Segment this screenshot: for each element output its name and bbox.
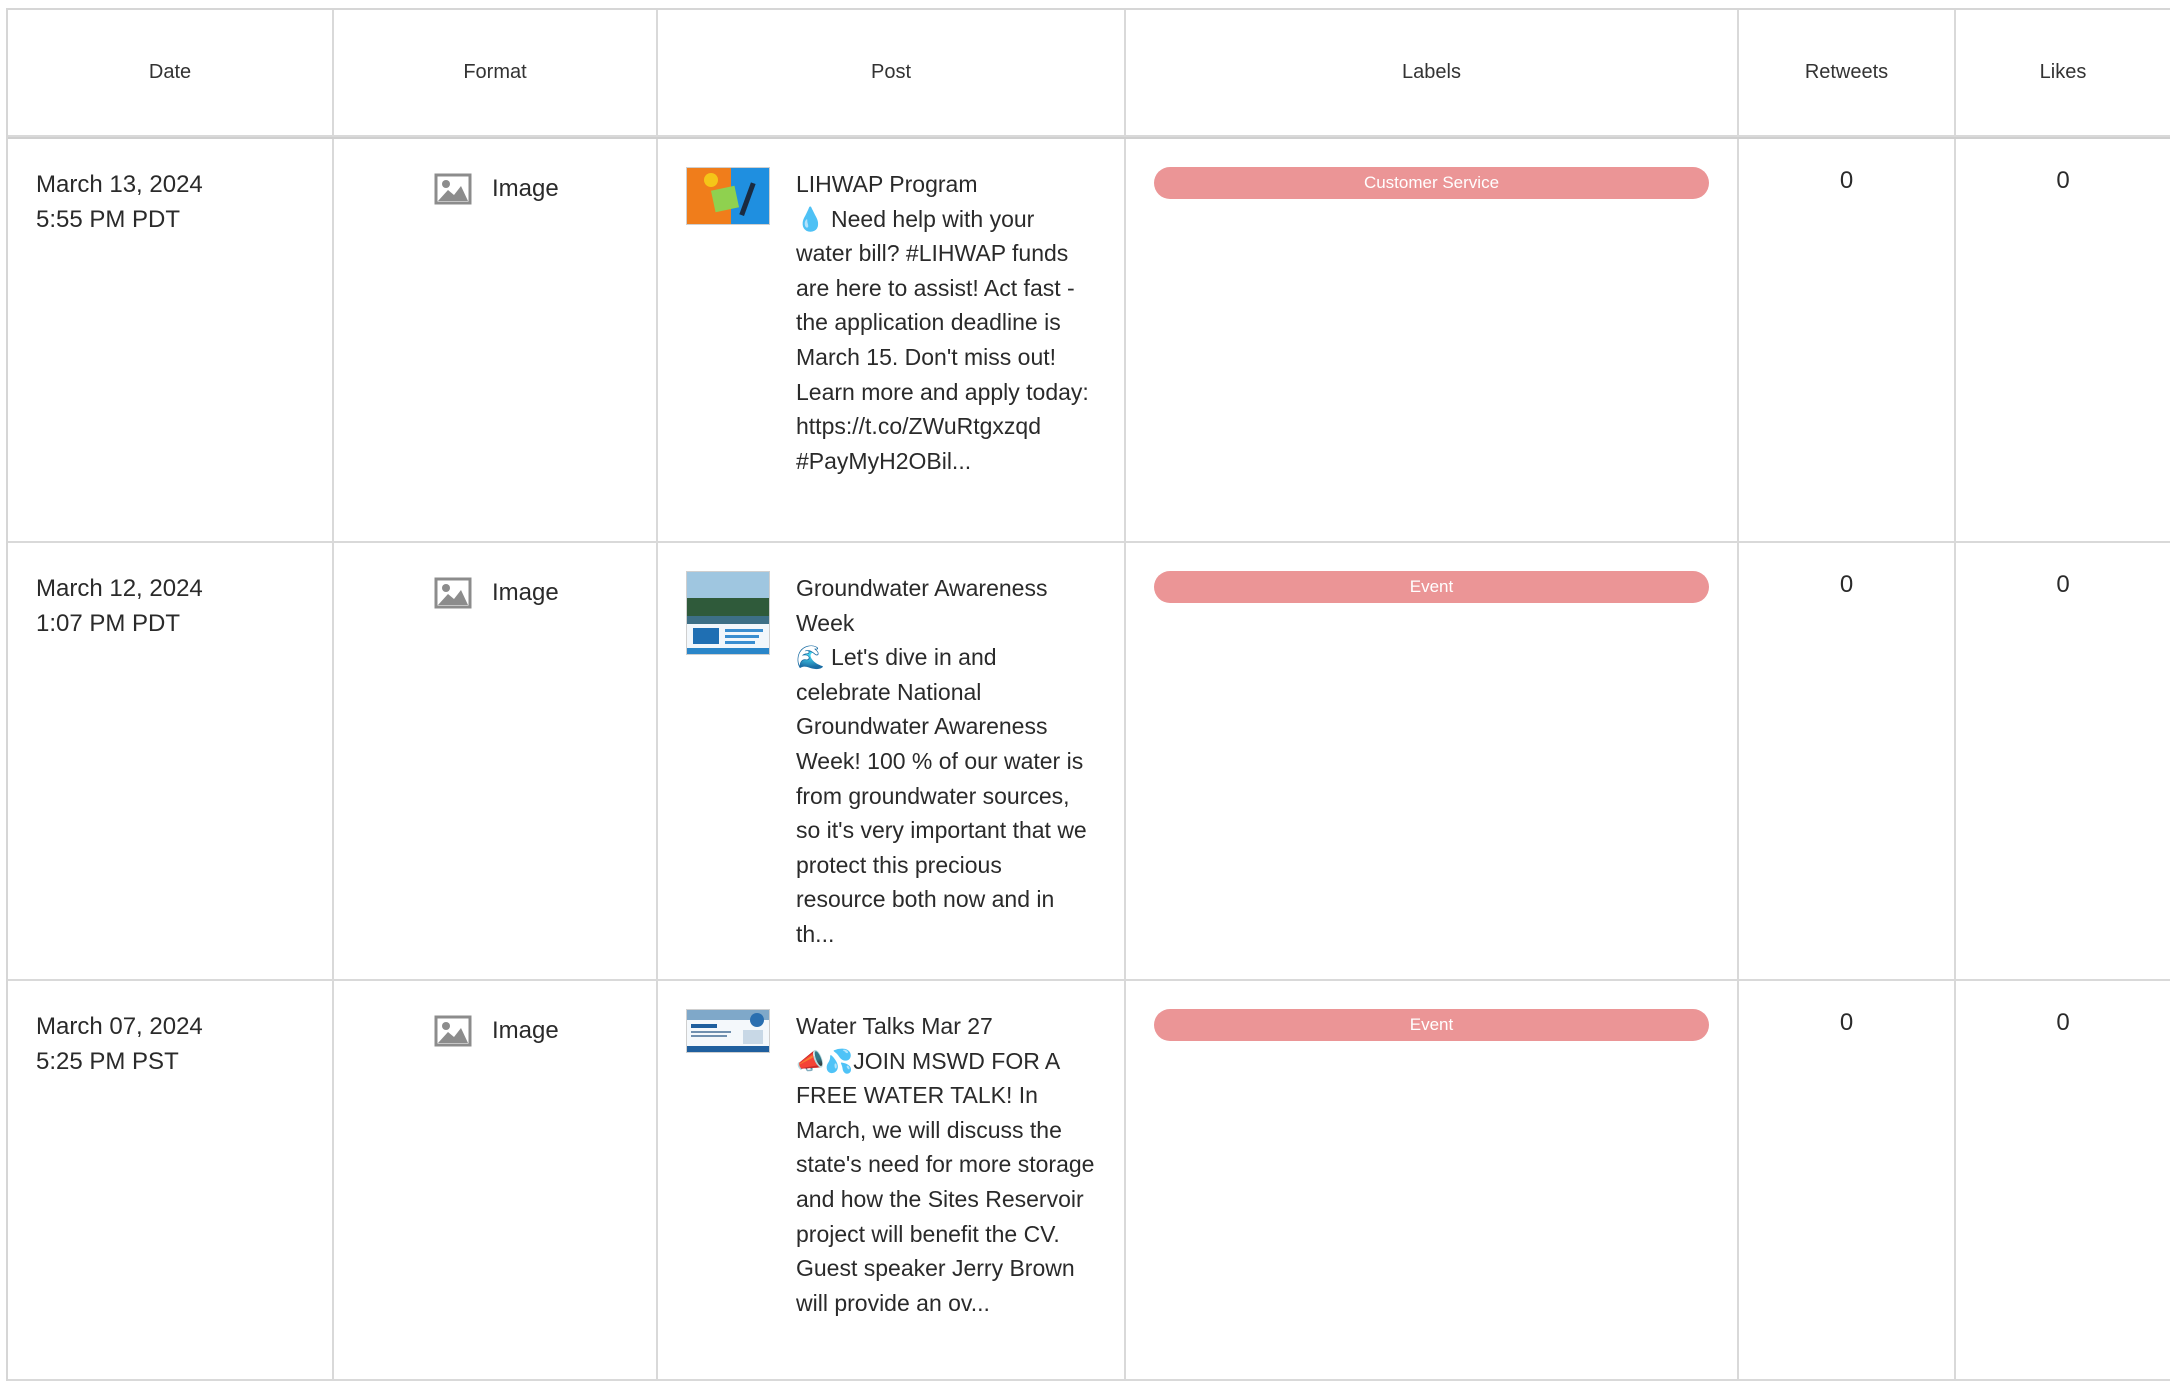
format-cell: Image <box>334 543 658 981</box>
post-date: March 13, 2024 5:55 PM PDT <box>36 167 203 237</box>
retweets-cell: 0 <box>1739 543 1956 981</box>
format-label: Image <box>492 579 559 606</box>
column-header-post[interactable]: Post <box>658 10 1126 137</box>
retweets-count: 0 <box>1839 1009 1854 1036</box>
post-body: 💧 Need help with your water bill? #LIHWA… <box>796 205 1089 474</box>
likes-count: 0 <box>2056 167 2070 194</box>
format-indicator: Image <box>434 1015 559 1047</box>
post-cell: LIHWAP Program 💧 Need help with your wat… <box>658 139 1126 543</box>
post-date-time: 1:07 PM PDT <box>36 610 181 637</box>
table-row[interactable]: March 13, 2024 5:55 PM PDT Image LIHWAP … <box>8 139 2170 543</box>
column-header-likes[interactable]: Likes <box>1956 10 2170 137</box>
column-header-retweets[interactable]: Retweets <box>1739 10 1956 137</box>
date-cell: March 07, 2024 5:25 PM PST <box>8 981 334 1381</box>
labels-cell: Event <box>1126 543 1739 981</box>
retweets-cell: 0 <box>1739 981 1956 1381</box>
post-thumbnail[interactable] <box>686 167 770 225</box>
table-row[interactable]: March 07, 2024 5:25 PM PST Image Water T… <box>8 981 2170 1381</box>
post-content[interactable]: LIHWAP Program 💧 Need help with your wat… <box>796 167 1096 478</box>
table-row[interactable]: March 12, 2024 1:07 PM PDT Image Groundw… <box>8 543 2170 981</box>
likes-count: 0 <box>2056 571 2070 598</box>
post-date: March 07, 2024 5:25 PM PST <box>36 1009 203 1079</box>
post-date: March 12, 2024 1:07 PM PDT <box>36 571 203 641</box>
date-cell: March 12, 2024 1:07 PM PDT <box>8 543 334 981</box>
label-badge[interactable]: Event <box>1154 571 1709 603</box>
thumbnail-image <box>687 1010 769 1052</box>
format-label: Image <box>492 1017 559 1044</box>
retweets-cell: 0 <box>1739 139 1956 543</box>
likes-cell: 0 <box>1956 543 2170 981</box>
format-cell: Image <box>334 139 658 543</box>
post-thumbnail[interactable] <box>686 571 770 655</box>
retweets-count: 0 <box>1839 571 1854 598</box>
labels-cell: Customer Service <box>1126 139 1739 543</box>
post-content[interactable]: Groundwater Awareness Week 🌊 Let's dive … <box>796 571 1096 952</box>
post-thumbnail[interactable] <box>686 1009 770 1053</box>
table-header: Date Format Post Labels Retweets Likes <box>8 10 2170 139</box>
format-indicator: Image <box>434 577 559 609</box>
image-icon <box>434 173 472 205</box>
post-title: Groundwater Awareness Week <box>796 575 1048 636</box>
likes-count: 0 <box>2056 1009 2070 1036</box>
thumbnail-image <box>687 572 769 654</box>
post-body: 📣💦JOIN MSWD FOR A FREE WATER TALK! In Ma… <box>796 1047 1095 1316</box>
labels-cell: Event <box>1126 981 1739 1381</box>
retweets-count: 0 <box>1839 167 1854 194</box>
image-icon <box>434 1015 472 1047</box>
column-header-labels[interactable]: Labels <box>1126 10 1739 137</box>
likes-cell: 0 <box>1956 139 2170 543</box>
post-date-time: 5:25 PM PST <box>36 1048 179 1075</box>
post-date-day: March 12, 2024 <box>36 575 203 602</box>
format-cell: Image <box>334 981 658 1381</box>
post-title: Water Talks Mar 27 <box>796 1013 993 1039</box>
label-badge[interactable]: Event <box>1154 1009 1709 1041</box>
post-date-day: March 13, 2024 <box>36 171 203 198</box>
format-indicator: Image <box>434 173 559 205</box>
label-badge[interactable]: Customer Service <box>1154 167 1709 199</box>
post-cell: Water Talks Mar 27 📣💦JOIN MSWD FOR A FRE… <box>658 981 1126 1381</box>
post-content[interactable]: Water Talks Mar 27 📣💦JOIN MSWD FOR A FRE… <box>796 1009 1096 1320</box>
thumbnail-image <box>687 168 769 224</box>
post-title: LIHWAP Program <box>796 171 978 197</box>
likes-cell: 0 <box>1956 981 2170 1381</box>
posts-table: Date Format Post Labels Retweets Likes M… <box>6 8 2170 1381</box>
column-header-date[interactable]: Date <box>8 10 334 137</box>
post-cell: Groundwater Awareness Week 🌊 Let's dive … <box>658 543 1126 981</box>
column-header-format[interactable]: Format <box>334 10 658 137</box>
date-cell: March 13, 2024 5:55 PM PDT <box>8 139 334 543</box>
format-label: Image <box>492 175 559 202</box>
image-icon <box>434 577 472 609</box>
post-date-day: March 07, 2024 <box>36 1013 203 1040</box>
post-date-time: 5:55 PM PDT <box>36 206 181 233</box>
post-body: 🌊 Let's dive in and celebrate National G… <box>796 644 1087 947</box>
